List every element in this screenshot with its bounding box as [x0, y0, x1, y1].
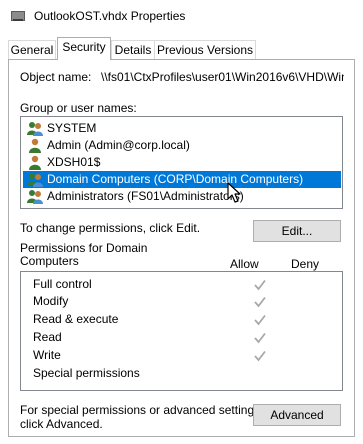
allow-check-icon [254, 279, 266, 291]
permission-read-execute: Read & execute [33, 312, 119, 326]
list-item-label: Administrators (FS01\Administrators) [47, 189, 244, 203]
tab-strip: General Security Details Previous Versio… [8, 37, 355, 60]
advanced-hint-line1: For special permissions or advanced sett… [20, 403, 264, 417]
group-icon [27, 122, 43, 136]
advanced-button[interactable]: Advanced [253, 404, 341, 426]
permission-full-control: Full control [33, 277, 92, 291]
advanced-hint-line2: click Advanced. [20, 417, 103, 431]
group-icon [27, 173, 43, 187]
title-bar: OutlookOST.vhdx Properties [0, 0, 363, 32]
allow-column-header: Allow [230, 257, 259, 271]
tab-security[interactable]: Security [57, 37, 111, 60]
mouse-pointer-icon [227, 182, 241, 203]
advanced-hint: For special permissions or advanced sett… [20, 403, 263, 431]
permission-read: Read [33, 330, 62, 344]
tab-previous-versions[interactable]: Previous Versions [154, 40, 256, 60]
allow-check-icon [254, 350, 266, 362]
permissions-list: Full control Modify Read & execute Read … [20, 271, 343, 391]
object-name-label: Object name: [20, 70, 92, 84]
tab-details[interactable]: Details [111, 40, 155, 60]
window-title: OutlookOST.vhdx Properties [34, 9, 186, 23]
permission-modify: Modify [33, 294, 69, 308]
edit-button[interactable]: Edit... [253, 220, 341, 242]
list-item-domain-computers[interactable]: Domain Computers (CORP\Domain Computers) [23, 171, 341, 188]
list-item-label: SYSTEM [47, 121, 97, 135]
group-icon [27, 190, 43, 204]
list-item-label: Admin (Admin@corp.local) [47, 138, 190, 152]
deny-column-header: Deny [291, 257, 320, 271]
permissions-heading-line2: Computers [20, 254, 79, 268]
list-item-label: Domain Computers (CORP\Domain Computers) [47, 172, 304, 186]
list-item-xdsh01[interactable]: XDSH01$ [23, 154, 341, 171]
list-item-administrators[interactable]: Administrators (FS01\Administrators) [23, 188, 341, 205]
list-item-admin[interactable]: Admin (Admin@corp.local) [23, 137, 341, 154]
file-icon [11, 11, 25, 21]
allow-check-icon [254, 296, 266, 308]
permissions-heading: Permissions for Domain Computers [20, 242, 147, 268]
user-icon [29, 138, 41, 153]
tab-general[interactable]: General [8, 40, 56, 60]
change-permissions-hint: To change permissions, click Edit. [20, 221, 201, 235]
permission-special: Special permissions [33, 366, 140, 380]
group-names-label: Group or user names: [20, 101, 137, 115]
allow-check-icon [254, 332, 266, 344]
allow-check-icon [254, 314, 266, 326]
list-item-system[interactable]: SYSTEM [23, 120, 341, 137]
permission-write: Write [33, 348, 61, 362]
group-user-list[interactable]: SYSTEM Admin (Admin@corp.local) XDSH01$ … [20, 116, 343, 209]
object-name-value: \\fs01\CtxProfiles\user01\Win2016v6\VHD\… [101, 70, 344, 84]
list-item-label: XDSH01$ [47, 155, 101, 169]
user-icon [29, 155, 41, 170]
